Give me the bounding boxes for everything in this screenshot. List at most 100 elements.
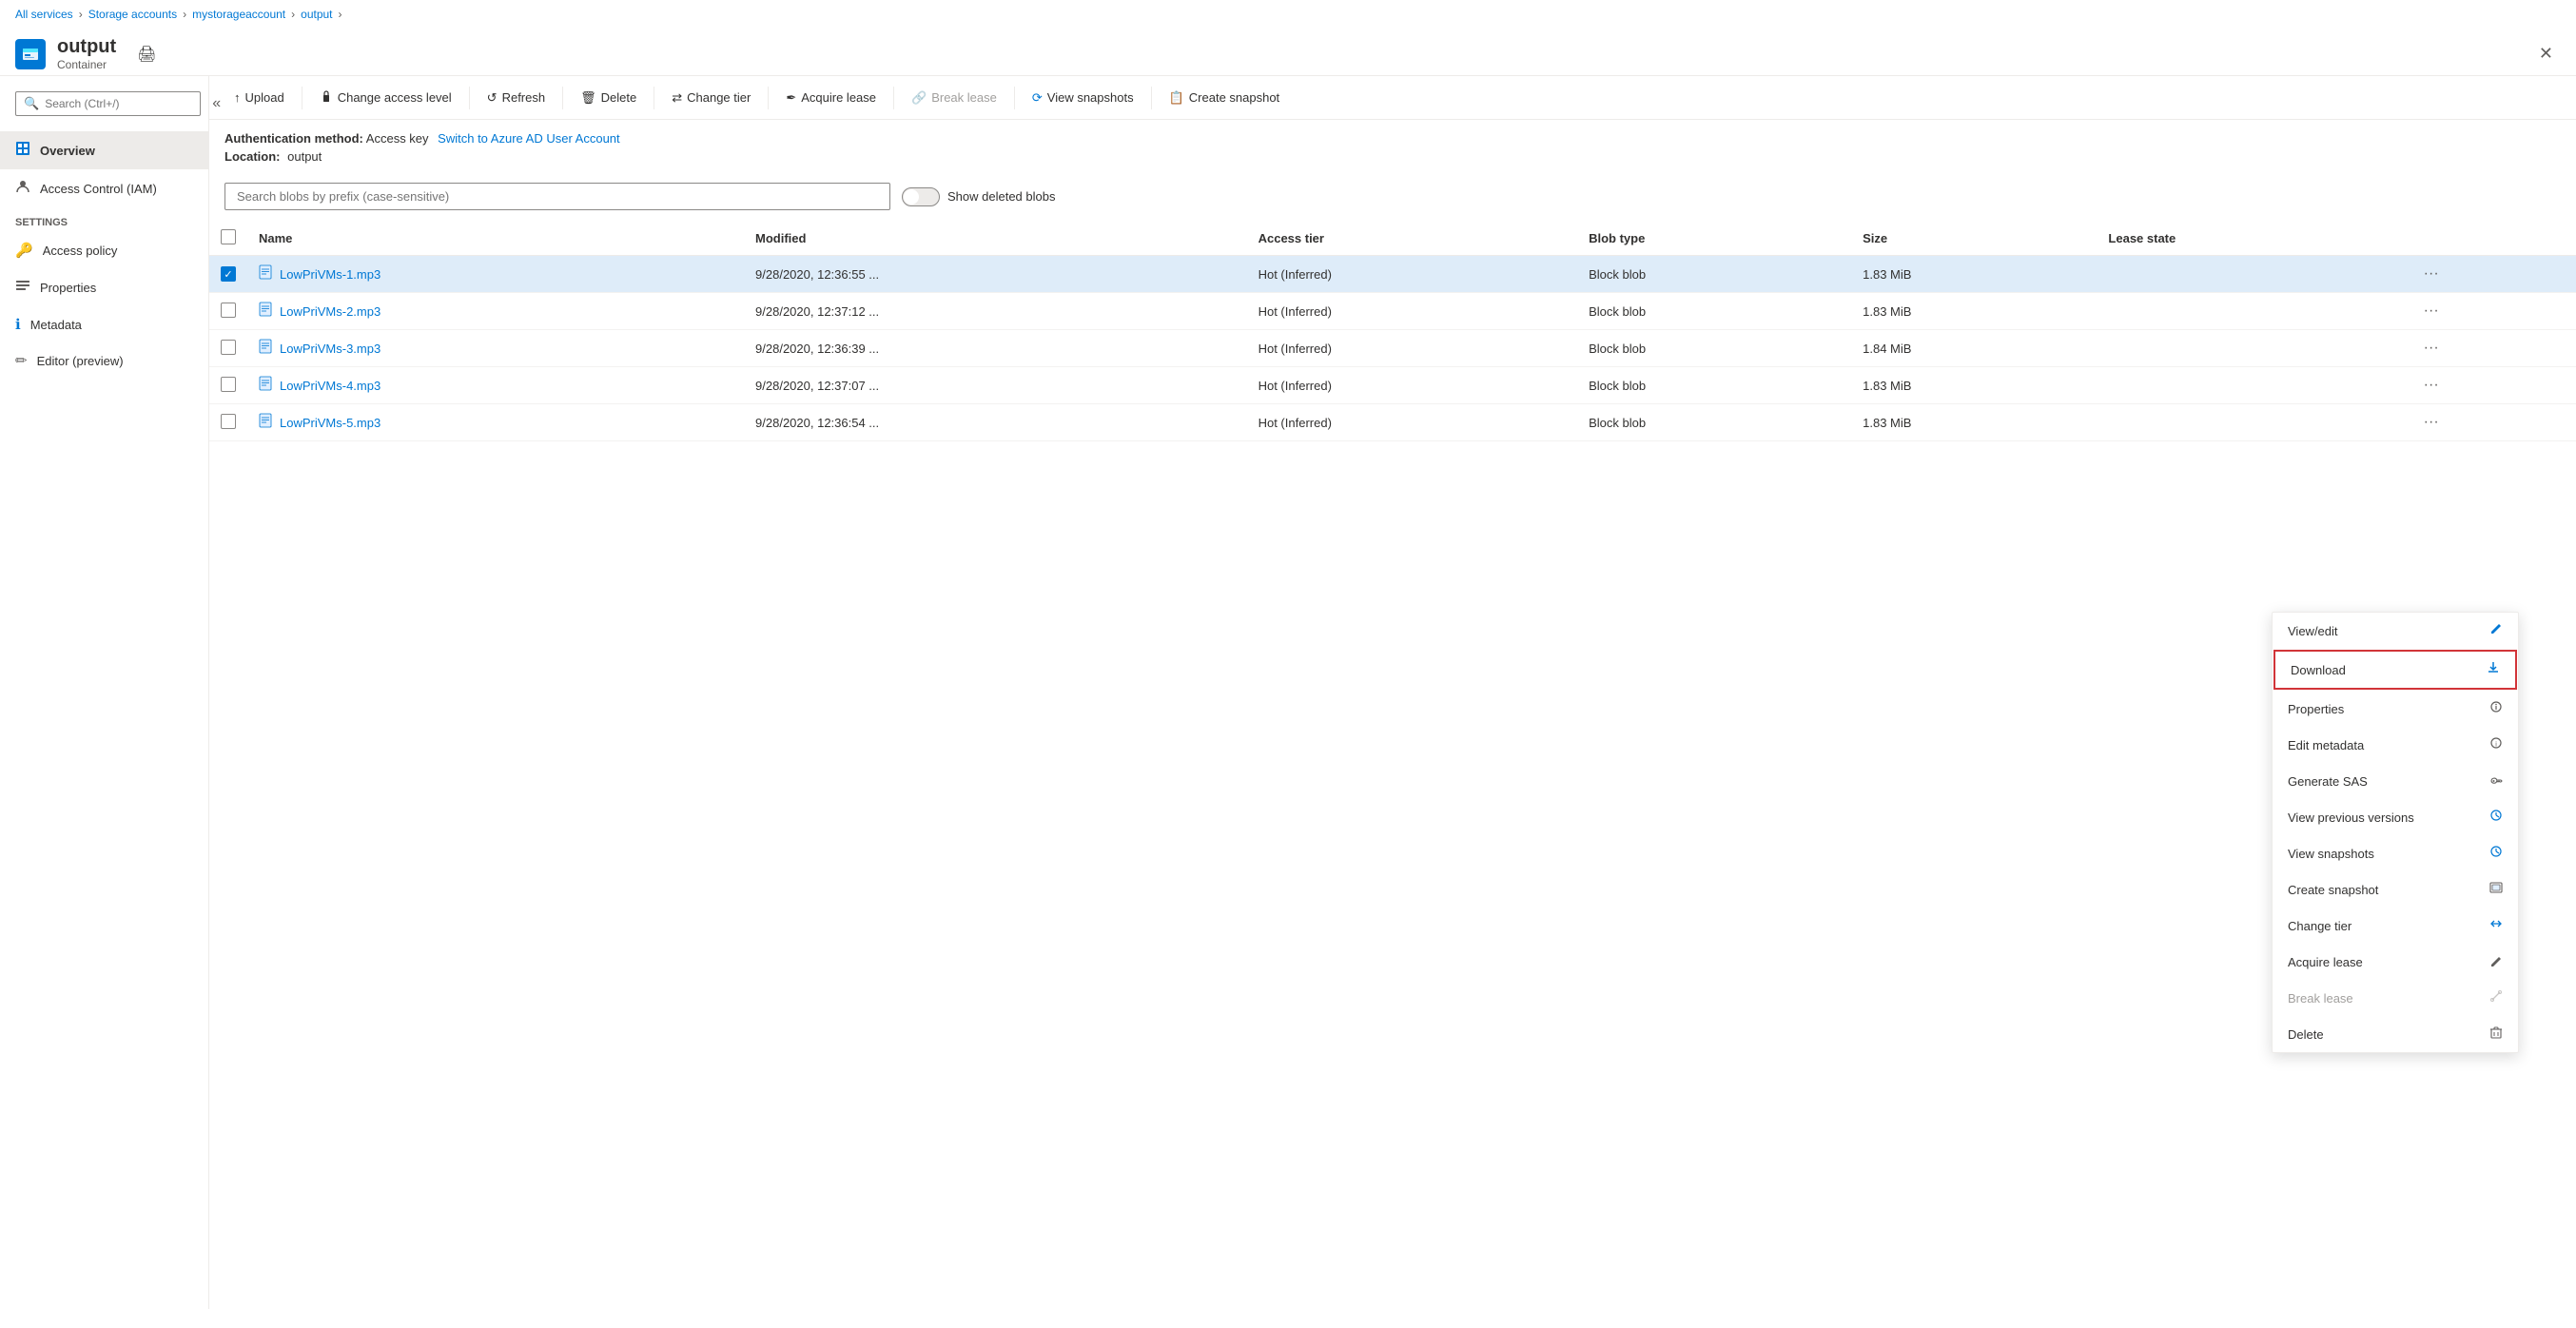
change-tier-button[interactable]: ⇄ Change tier (662, 85, 760, 111)
create-snapshot-button[interactable]: 📋 Create snapshot (1160, 85, 1290, 111)
row-actions: ··· (2407, 256, 2576, 293)
sidebar-item-iam[interactable]: Access Control (IAM) (0, 169, 208, 207)
row-checkbox-cell[interactable] (209, 330, 247, 367)
context-menu-item-download[interactable]: Download (2274, 650, 2517, 690)
lease-state-column-header[interactable]: Lease state (2097, 222, 2406, 256)
row-ellipsis-button[interactable]: ··· (2418, 412, 2445, 433)
show-deleted-label: Show deleted blobs (947, 189, 1055, 204)
access-policy-icon: 🔑 (15, 242, 33, 259)
size-column-header[interactable]: Size (1851, 222, 2097, 256)
context-menu-item-create-snapshot[interactable]: Create snapshot (2273, 871, 2518, 908)
select-all-checkbox[interactable] (221, 229, 236, 244)
sidebar-item-overview-label: Overview (40, 144, 95, 158)
sidebar-item-editor[interactable]: ✏ Editor (preview) (0, 342, 208, 379)
table-row: LowPriVMs-2.mp3 9/28/2020, 12:37:12 ... … (209, 293, 2576, 330)
row-checkbox[interactable] (221, 340, 236, 355)
close-button[interactable]: ✕ (2531, 40, 2561, 68)
iam-icon (15, 179, 30, 198)
sidebar-item-access-policy[interactable]: 🔑 Access policy (0, 232, 208, 268)
row-actions: ··· (2407, 367, 2576, 404)
row-size: 1.83 MiB (1851, 256, 2097, 293)
break-lease-button[interactable]: 🔗 Break lease (902, 85, 1006, 111)
change-tier-icon (2489, 917, 2503, 934)
row-ellipsis-button[interactable]: ··· (2418, 375, 2445, 396)
row-checkbox-cell[interactable]: ✓ (209, 256, 247, 293)
modified-column-header[interactable]: Modified (744, 222, 1247, 256)
context-menu-item-view-edit[interactable]: View/edit (2273, 613, 2518, 649)
view-snapshots-icon (2489, 845, 2503, 862)
row-file-link[interactable]: LowPriVMs-4.mp3 (280, 379, 381, 393)
row-checkbox-cell[interactable] (209, 367, 247, 404)
context-menu-item-view-snapshots[interactable]: View snapshots (2273, 835, 2518, 871)
view-snapshots-button[interactable]: ⟳ View snapshots (1023, 85, 1143, 111)
context-menu-item-generate-sas[interactable]: Generate SAS (2273, 763, 2518, 799)
context-menu-item-view-previous[interactable]: View previous versions (2273, 799, 2518, 835)
acquire-lease-icon: ✒ (786, 90, 796, 106)
change-access-level-button[interactable]: Change access level (310, 84, 461, 111)
refresh-button[interactable]: ↺ Refresh (478, 85, 555, 111)
row-name: LowPriVMs-3.mp3 (247, 330, 744, 367)
row-checkbox-cell[interactable] (209, 293, 247, 330)
change-access-icon (320, 89, 333, 106)
print-button[interactable]: 🖨 (127, 39, 166, 69)
context-menu-item-delete[interactable]: Delete (2273, 1016, 2518, 1052)
row-ellipsis-button[interactable]: ··· (2418, 301, 2445, 322)
properties-label: Properties (2288, 702, 2344, 716)
context-menu-item-acquire-lease[interactable]: Acquire lease (2273, 944, 2518, 980)
row-ellipsis-button[interactable]: ··· (2418, 338, 2445, 359)
blob-table-container: Name Modified Access tier Blob type Size… (209, 222, 2576, 1309)
auth-link[interactable]: Switch to Azure AD User Account (438, 131, 619, 146)
delete-button[interactable]: 🗑 Delete (571, 85, 646, 111)
context-menu-item-properties[interactable]: Properties (2273, 691, 2518, 727)
row-file-link[interactable]: LowPriVMs-2.mp3 (280, 304, 381, 319)
view-edit-icon (2489, 622, 2503, 639)
sidebar-search[interactable]: 🔍 (15, 91, 201, 116)
context-menu-item-edit-metadata[interactable]: Edit metadata i (2273, 727, 2518, 763)
row-checkbox[interactable] (221, 414, 236, 429)
breadcrumb-all-services[interactable]: All services (15, 8, 73, 21)
sidebar-item-overview[interactable]: Overview (0, 131, 208, 169)
row-file-link[interactable]: LowPriVMs-3.mp3 (280, 342, 381, 356)
blob-search-input[interactable] (224, 183, 890, 210)
row-actions: ··· (2407, 404, 2576, 441)
row-checkbox[interactable]: ✓ (221, 266, 236, 282)
breadcrumb-storage-accounts[interactable]: Storage accounts (88, 8, 177, 21)
breadcrumb-mystorageaccount[interactable]: mystorageaccount (192, 8, 285, 21)
edit-metadata-icon: i (2489, 736, 2503, 753)
auth-label: Authentication method: (224, 131, 363, 146)
select-all-header[interactable] (209, 222, 247, 256)
blob-type-column-header[interactable]: Blob type (1577, 222, 1851, 256)
row-modified: 9/28/2020, 12:36:55 ... (744, 256, 1247, 293)
sidebar-item-access-policy-label: Access policy (43, 244, 118, 258)
row-lease-state (2097, 367, 2406, 404)
create-snapshot-label: Create snapshot (2288, 883, 2378, 897)
sidebar-item-properties[interactable]: Properties (0, 268, 208, 306)
table-row: ✓ LowPriVMs-1.mp3 9/28/2020, 12:36:55 ..… (209, 256, 2576, 293)
table-row: LowPriVMs-5.mp3 9/28/2020, 12:36:54 ... … (209, 404, 2576, 441)
upload-button[interactable]: ↑ Upload (224, 85, 294, 110)
row-checkbox[interactable] (221, 303, 236, 318)
settings-section-label: Settings (0, 207, 208, 232)
edit-metadata-label: Edit metadata (2288, 738, 2364, 752)
name-column-header[interactable]: Name (247, 222, 744, 256)
context-menu-item-change-tier[interactable]: Change tier (2273, 908, 2518, 944)
access-tier-column-header[interactable]: Access tier (1247, 222, 1577, 256)
view-edit-label: View/edit (2288, 624, 2338, 638)
breadcrumb: All services › Storage accounts › mystor… (0, 0, 2576, 29)
breadcrumb-output[interactable]: output (301, 8, 332, 21)
row-ellipsis-button[interactable]: ··· (2418, 264, 2445, 284)
file-icon (259, 264, 272, 283)
row-size: 1.83 MiB (1851, 293, 2097, 330)
table-row: LowPriVMs-4.mp3 9/28/2020, 12:37:07 ... … (209, 367, 2576, 404)
sidebar-item-metadata[interactable]: ℹ Metadata (0, 306, 208, 342)
show-deleted-toggle[interactable] (902, 187, 940, 206)
row-file-link[interactable]: LowPriVMs-5.mp3 (280, 416, 381, 430)
search-icon: 🔍 (24, 96, 39, 111)
table-row: LowPriVMs-3.mp3 9/28/2020, 12:36:39 ... … (209, 330, 2576, 367)
row-checkbox-cell[interactable] (209, 404, 247, 441)
acquire-lease-button[interactable]: ✒ Acquire lease (776, 85, 886, 111)
search-input[interactable] (45, 97, 192, 110)
row-checkbox[interactable] (221, 377, 236, 392)
row-name: LowPriVMs-4.mp3 (247, 367, 744, 404)
row-file-link[interactable]: LowPriVMs-1.mp3 (280, 267, 381, 282)
